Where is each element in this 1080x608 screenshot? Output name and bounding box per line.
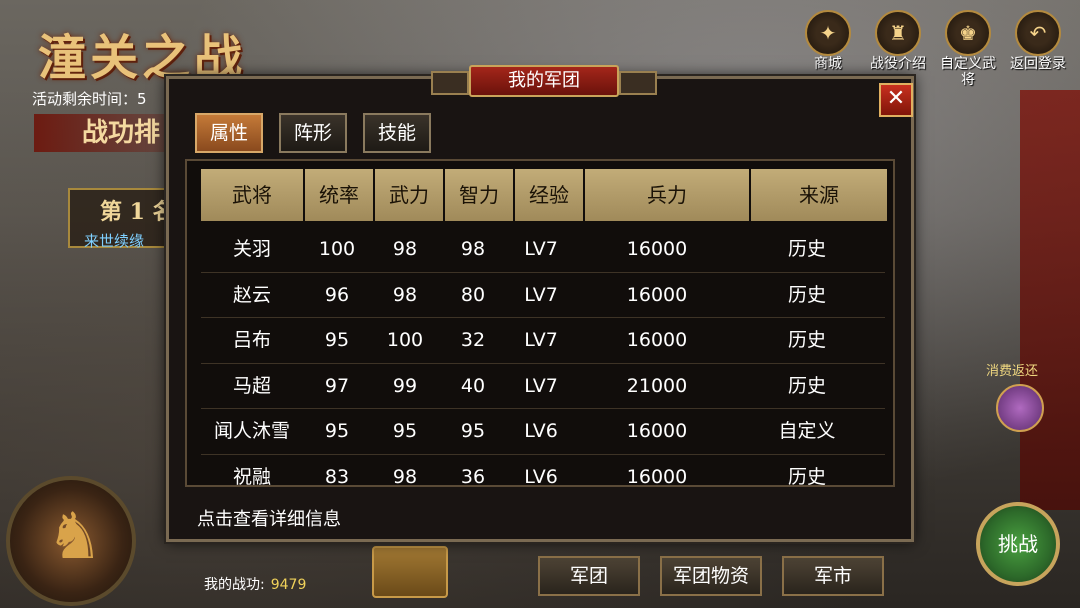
custom-general-label: 自定义武将 [940, 56, 996, 88]
return-login-label: 返回登录 [1010, 56, 1066, 72]
campaign-intro-label: 战役介绍 [870, 56, 926, 72]
table-row[interactable]: 马超 97 99 40 LV7 21000 历史 [201, 364, 885, 410]
cell-general: 马超 [232, 374, 271, 397]
header-command[interactable]: 统率 [305, 169, 373, 221]
table-row[interactable]: 闻人沐雪 95 95 95 LV6 16000 自定义 [201, 409, 885, 455]
reward-label: 消费返还 [986, 364, 1039, 379]
merit-label: 我的战功: [204, 577, 265, 593]
cell-general: 吕布 [232, 329, 271, 352]
cell-intelligence: 95 [460, 420, 486, 443]
header-general[interactable]: 武将 [201, 169, 303, 221]
cell-force: 95 [392, 420, 418, 443]
tab-attributes[interactable]: 属性 [195, 113, 263, 153]
cell-force: 98 [392, 465, 418, 487]
generals-table: 武将 统率 武力 智力 经验 兵力 来源 关羽 100 98 98 LV7 16… [185, 159, 895, 487]
cell-command: 97 [324, 374, 350, 397]
cell-source: 历史 [787, 283, 826, 306]
header-force[interactable]: 武力 [375, 169, 443, 221]
table-row[interactable]: 赵云 96 98 80 LV7 16000 历史 [201, 273, 885, 319]
header-intelligence[interactable]: 智力 [445, 169, 513, 221]
header-source[interactable]: 来源 [751, 169, 887, 221]
challenge-button[interactable]: 挑战 [976, 502, 1060, 586]
cell-troops: 21000 [626, 374, 688, 397]
cell-source: 历史 [787, 329, 826, 352]
cell-force: 98 [392, 238, 418, 260]
war-banner [1020, 90, 1080, 510]
cell-intelligence: 32 [460, 329, 486, 352]
shop-icon: ✦ [805, 10, 851, 56]
tab-formation[interactable]: 阵形 [279, 113, 347, 153]
cell-troops: 16000 [626, 283, 688, 306]
cell-troops: 16000 [626, 238, 688, 260]
cell-source: 自定义 [778, 420, 836, 443]
header-experience[interactable]: 经验 [515, 169, 583, 221]
cell-troops: 16000 [626, 420, 688, 443]
my-legion-dialog: 我的军团 ✕ 属性 阵形 技能 武将 统率 武力 智力 经验 兵力 来源 关羽 … [166, 65, 914, 542]
cell-source: 历史 [787, 238, 826, 260]
cell-intelligence: 98 [460, 238, 486, 260]
cell-force: 98 [392, 283, 418, 306]
cell-intelligence: 40 [460, 374, 486, 397]
legion-tab[interactable]: 军团 [538, 556, 640, 596]
rank-first-label: 第 1 名 [100, 199, 175, 225]
header-troops[interactable]: 兵力 [585, 169, 749, 221]
cell-troops: 16000 [626, 465, 688, 487]
table-row[interactable]: 关羽 100 98 98 LV7 16000 历史 [201, 227, 885, 273]
my-merit: 我的战功: 9479 [204, 574, 306, 594]
cell-command: 95 [324, 420, 350, 443]
rank-first-player: 来世续缘 [84, 232, 145, 250]
detail-hint: 点击查看详细信息 [197, 509, 341, 530]
cell-command: 95 [324, 329, 350, 352]
close-button[interactable]: ✕ [879, 83, 913, 117]
military-market-tab[interactable]: 军市 [782, 556, 884, 596]
legion-supplies-tab[interactable]: 军团物资 [660, 556, 762, 596]
dialog-tabs: 属性 阵形 技能 [195, 113, 431, 153]
cell-troops: 16000 [626, 329, 688, 352]
cell-source: 历史 [787, 465, 826, 487]
cell-experience: LV6 [524, 420, 558, 443]
cell-general: 闻人沐雪 [213, 420, 290, 443]
table-row[interactable]: 吕布 95 100 32 LV7 16000 历史 [201, 318, 885, 364]
cell-experience: LV7 [524, 374, 558, 397]
cell-intelligence: 80 [460, 283, 486, 306]
return-login-button[interactable]: ↶ 返回登录 [1010, 10, 1066, 88]
cell-command: 100 [318, 238, 356, 260]
merit-value: 9479 [270, 577, 307, 593]
bottom-tab-bar: 军团 军团物资 军市 [538, 556, 884, 596]
cell-general: 赵云 [232, 283, 271, 306]
cell-experience: LV7 [524, 329, 558, 352]
cell-command: 96 [324, 283, 350, 306]
cell-intelligence: 36 [460, 465, 486, 487]
custom-general-button[interactable]: ♚ 自定义武将 [940, 10, 996, 88]
rank-banner: 战功排 [34, 114, 184, 152]
return-icon: ↶ [1015, 10, 1061, 56]
cell-experience: LV7 [524, 283, 558, 306]
table-row[interactable]: 祝融 83 98 36 LV6 16000 历史 [201, 455, 885, 487]
treasure-chest-icon[interactable] [372, 546, 448, 598]
event-timer: 活动剩余时间：5 [32, 90, 147, 108]
reward-bag-icon[interactable] [996, 384, 1044, 432]
cell-command: 83 [324, 465, 350, 487]
cell-general: 关羽 [232, 238, 271, 260]
cell-force: 99 [392, 374, 418, 397]
player-avatar[interactable] [6, 476, 136, 606]
cell-source: 历史 [787, 374, 826, 397]
rank-first-card[interactable]: 第 1 名 来世续缘 [68, 188, 178, 250]
campaign-icon: ♜ [875, 10, 921, 56]
cell-experience: LV7 [524, 238, 558, 260]
table-header: 武将 统率 武力 智力 经验 兵力 来源 [201, 169, 887, 221]
dialog-title: 我的军团 [431, 65, 657, 97]
custom-general-icon: ♚ [945, 10, 991, 56]
cell-general: 祝融 [232, 465, 271, 487]
table-body: 关羽 100 98 98 LV7 16000 历史 赵云 96 98 80 LV… [201, 227, 885, 487]
close-icon: ✕ [886, 86, 906, 111]
shop-label: 商城 [814, 56, 842, 72]
tab-skills[interactable]: 技能 [363, 113, 431, 153]
cell-force: 100 [386, 329, 424, 352]
cell-experience: LV6 [524, 465, 558, 487]
